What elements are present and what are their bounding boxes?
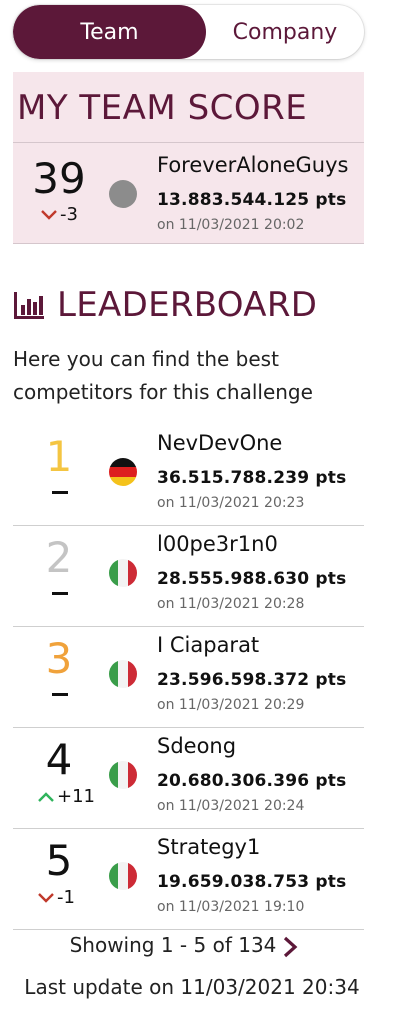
rank-number: 5 xyxy=(45,836,73,885)
rank-change-value: -1 xyxy=(57,887,75,908)
chevron-down-icon xyxy=(38,892,54,903)
rank-number: 2 xyxy=(45,533,73,582)
rank-change-value: +11 xyxy=(57,786,95,807)
germany-flag-icon xyxy=(109,458,137,486)
team-tab[interactable]: Team xyxy=(13,5,206,59)
team-timestamp: on 11/03/2021 20:24 xyxy=(157,798,305,814)
my-team-score-panel: MY TEAM SCORE 39 -3 ForeverAloneGuys 13.… xyxy=(13,72,364,244)
team-name: l00pe3r1n0 xyxy=(157,532,278,556)
rank-number: 1 xyxy=(45,432,73,481)
team-points: 23.596.598.372 pts xyxy=(157,670,347,690)
leaderboard-row[interactable]: 5 -1 Strategy1 19.659.038.753 pts on 11/03/2… xyxy=(13,829,364,930)
rank-number: 4 xyxy=(45,735,73,784)
bar-chart-icon xyxy=(14,292,44,319)
team-name: NevDevOne xyxy=(157,431,283,455)
team-name: I Ciaparat xyxy=(157,633,260,657)
my-team-timestamp: on 11/03/2021 20:02 xyxy=(157,217,305,233)
leaderboard-row[interactable]: 1 NevDevOne 36.515.788.239 pts on 11/03/202… xyxy=(13,425,364,526)
leaderboard-row[interactable]: 4 +11 Sdeong 20.680.306.396 pts on 11/03/202… xyxy=(13,728,364,829)
row-divider xyxy=(13,929,364,930)
divider xyxy=(13,142,364,143)
no-change-dash xyxy=(52,592,68,595)
no-change-dash xyxy=(52,693,68,696)
leaderboard-row[interactable]: 3 I Ciaparat 23.596.598.372 pts on 11/03/20… xyxy=(13,627,364,728)
leaderboard-title: LEADERBOARD xyxy=(57,285,318,325)
team-points: 36.515.788.239 pts xyxy=(157,468,347,488)
italy-flag-icon xyxy=(109,559,137,587)
team-timestamp: on 11/03/2021 19:10 xyxy=(157,899,305,915)
team-timestamp: on 11/03/2021 20:23 xyxy=(157,495,305,511)
italy-flag-icon xyxy=(109,862,137,890)
leaderboard-row[interactable]: 2 l00pe3r1n0 28.555.988.630 pts on 11/03/20… xyxy=(13,526,364,627)
italy-flag-icon xyxy=(109,660,137,688)
team-timestamp: on 11/03/2021 20:28 xyxy=(157,596,305,612)
leaderboard-heading: LEADERBOARD xyxy=(13,285,317,325)
team-points: 20.680.306.396 pts xyxy=(157,771,347,791)
team-points: 28.555.988.630 pts xyxy=(157,569,347,589)
divider xyxy=(13,243,364,244)
chevron-down-icon xyxy=(41,209,57,220)
pagination: Showing 1 - 5 of 134 xyxy=(0,933,368,958)
company-tab[interactable]: Company xyxy=(206,5,364,59)
pagination-text: Showing 1 - 5 of 134 xyxy=(69,933,277,957)
italy-flag-icon xyxy=(109,761,137,789)
team-points: 19.659.038.753 pts xyxy=(157,872,347,892)
rank-change: +11 xyxy=(37,786,95,807)
my-team-score-title: MY TEAM SCORE xyxy=(17,88,308,128)
leaderboard-page: Team Company MY TEAM SCORE 39 -3 Forever… xyxy=(0,0,400,1012)
team-avatar-dot xyxy=(109,180,137,208)
no-change-dash xyxy=(52,491,68,494)
rank-number: 3 xyxy=(45,634,73,683)
my-team-name: ForeverAloneGuys xyxy=(157,153,349,177)
team-name: Strategy1 xyxy=(157,835,261,859)
my-rank-delta-value: -3 xyxy=(60,204,78,225)
my-rank-delta: -3 xyxy=(40,204,78,225)
chevron-right-icon[interactable] xyxy=(282,936,298,958)
leaderboard-description: Here you can find the best competitors f… xyxy=(13,347,313,404)
rank-change: -1 xyxy=(37,887,75,908)
my-team-points: 13.883.544.125 pts xyxy=(157,190,347,210)
team-name: Sdeong xyxy=(157,734,237,758)
chevron-up-icon xyxy=(38,791,54,802)
team-timestamp: on 11/03/2021 20:29 xyxy=(157,697,305,713)
team-company-toggle: Team Company xyxy=(13,5,364,59)
last-update: Last update on 11/03/2021 20:34 xyxy=(24,975,360,999)
my-rank: 39 xyxy=(32,154,86,203)
